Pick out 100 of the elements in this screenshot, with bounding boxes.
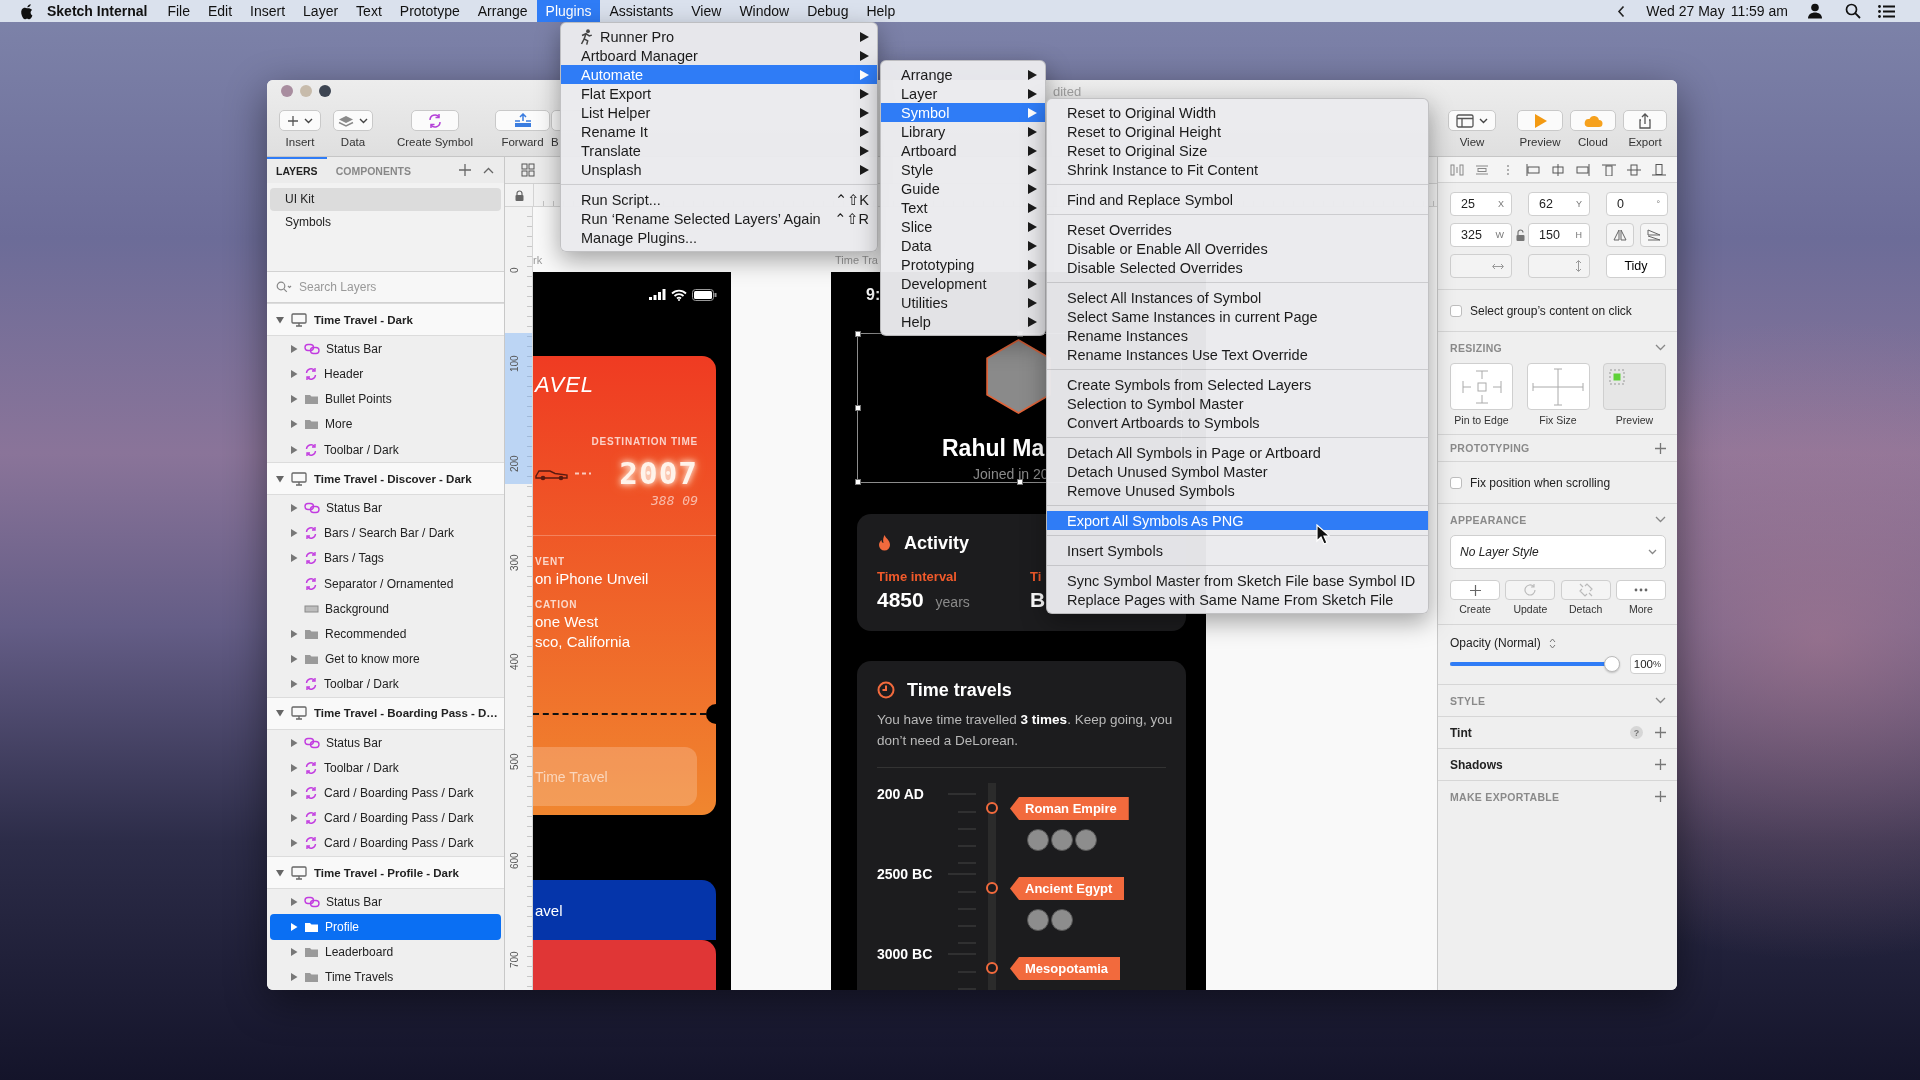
disclosure-triangle-icon[interactable]: [290, 680, 298, 689]
menu-item[interactable]: Guide: [881, 179, 1045, 198]
menu-bar-item[interactable]: Debug: [798, 0, 858, 22]
menu-item[interactable]: Select All Instances of Symbol: [1047, 288, 1428, 307]
menu-item[interactable]: Convert Artboards to Symbols: [1047, 413, 1428, 432]
menu-item[interactable]: Detach All Symbols in Page or Artboard: [1047, 443, 1428, 462]
layer-row[interactable]: Status Bar: [270, 889, 501, 915]
disclosure-triangle-icon[interactable]: [290, 503, 298, 512]
add-icon[interactable]: [1655, 759, 1666, 770]
layer-row[interactable]: Status Bar: [270, 730, 501, 756]
menu-item[interactable]: Development: [881, 274, 1045, 293]
menu-bar-item[interactable]: Insert: [241, 0, 295, 22]
layer-row[interactable]: Separator / Ornamented: [270, 570, 501, 597]
insert-button[interactable]: Insert: [275, 110, 325, 148]
disclosure-triangle-icon[interactable]: [290, 973, 298, 982]
menu-item[interactable]: Arrange: [881, 65, 1045, 84]
opacity-field[interactable]: 100%: [1630, 654, 1666, 674]
close-button[interactable]: [281, 85, 293, 97]
menu-item[interactable]: Reset to Original Height: [1047, 122, 1428, 141]
zoom-button[interactable]: [319, 85, 331, 97]
menu-item[interactable]: Replace Pages with Same Name From Sketch File: [1047, 590, 1428, 609]
add-icon[interactable]: [1655, 727, 1666, 738]
menu-item[interactable]: Unsplash: [561, 160, 877, 179]
search-box[interactable]: Search Layers: [267, 272, 504, 303]
layer-row[interactable]: Toolbar / Dark: [270, 436, 501, 463]
menu-item[interactable]: Detach Unused Symbol Master: [1047, 462, 1428, 481]
disclosure-triangle-icon[interactable]: [290, 897, 298, 906]
grid-icon[interactable]: [521, 163, 535, 177]
menu-item[interactable]: Help: [881, 312, 1045, 331]
menu-item[interactable]: Style: [881, 160, 1045, 179]
layer-row[interactable]: Bullet Points: [270, 386, 501, 412]
disclosure-triangle-icon[interactable]: [290, 655, 298, 664]
menu-item[interactable]: Shrink Instance to Fit Content: [1047, 160, 1428, 179]
alignment-icon[interactable]: [1475, 163, 1490, 176]
disclosure-triangle-icon[interactable]: [290, 738, 298, 747]
number-field[interactable]: 0 °: [1606, 192, 1668, 216]
menu-item[interactable]: Rename Instances: [1047, 326, 1428, 345]
menu-item[interactable]: Reset to Original Size: [1047, 141, 1428, 160]
menu-item[interactable]: Export All Symbols As PNG: [1047, 511, 1428, 530]
flip-horizontal-button[interactable]: [1606, 223, 1634, 247]
disclosure-triangle-icon[interactable]: [290, 789, 298, 798]
create-symbol-button[interactable]: Create Symbol: [390, 110, 480, 148]
menu-item[interactable]: Translate: [561, 141, 877, 160]
layer-row[interactable]: Get to know more: [270, 646, 501, 672]
chevron-up-icon[interactable]: [483, 166, 494, 174]
menu-bar-item[interactable]: File: [158, 0, 199, 22]
search-icon[interactable]: [1845, 3, 1861, 19]
number-field[interactable]: 25 X: [1450, 192, 1512, 216]
layer-row[interactable]: Background: [270, 596, 501, 622]
alignment-icon[interactable]: [1652, 163, 1666, 176]
number-field[interactable]: 325 W: [1450, 223, 1512, 247]
disclosure-triangle-icon[interactable]: [276, 474, 284, 483]
menu-item[interactable]: Manage Plugins...: [561, 228, 877, 247]
menu-item[interactable]: Run Script... ⌃⇧K: [561, 190, 877, 209]
chevron-down-icon[interactable]: [1655, 697, 1666, 704]
layer-row[interactable]: Status Bar: [270, 495, 501, 521]
chevron-left-icon[interactable]: [1617, 4, 1626, 18]
number-field[interactable]: 150 H: [1528, 223, 1590, 247]
menu-bar-item[interactable]: Layer: [294, 0, 348, 22]
disclosure-triangle-icon[interactable]: [276, 315, 284, 324]
layer-row[interactable]: Leaderboard: [270, 939, 501, 965]
tidy-button[interactable]: Tidy: [1606, 254, 1666, 278]
layer-row[interactable]: Bars / Search Bar / Dark: [270, 520, 501, 546]
menu-item[interactable]: Text: [881, 198, 1045, 217]
disclosure-triangle-icon[interactable]: [290, 445, 298, 454]
disclosure-triangle-icon[interactable]: [290, 369, 298, 378]
artboard-row[interactable]: Time Travel - Profile - Dark: [267, 856, 504, 890]
disclosure-triangle-icon[interactable]: [290, 923, 298, 931]
menu-bar-item[interactable]: Help: [857, 0, 905, 22]
alignment-icon[interactable]: [1576, 163, 1591, 176]
disclosure-triangle-icon[interactable]: [276, 709, 284, 718]
disclosure-triangle-icon[interactable]: [290, 763, 298, 772]
alignment-icon[interactable]: [1601, 163, 1616, 176]
layer-row[interactable]: Card / Boarding Pass / Dark: [270, 780, 501, 806]
menu-bar-item[interactable]: Window: [730, 0, 799, 22]
app-name[interactable]: Sketch Internal: [47, 3, 148, 19]
menu-item[interactable]: Disable or Enable All Overrides: [1047, 239, 1428, 258]
layer-style-dropdown[interactable]: No Layer Style: [1450, 535, 1666, 569]
menu-item[interactable]: Sync Symbol Master from Sketch File base Symbol ID: [1047, 571, 1428, 590]
layer-row[interactable]: More: [270, 411, 501, 437]
disclosure-triangle-icon[interactable]: [290, 948, 298, 957]
disclosure-triangle-icon[interactable]: [290, 839, 298, 848]
menu-item[interactable]: Reset Overrides: [1047, 220, 1428, 239]
resize-handle[interactable]: [1016, 479, 1023, 485]
disclosure-triangle-icon[interactable]: [290, 554, 298, 563]
menu-item[interactable]: Rename It: [561, 122, 877, 141]
data-button[interactable]: Data: [328, 110, 378, 148]
stepper-icon[interactable]: [1548, 637, 1556, 649]
layer-row[interactable]: Header: [270, 361, 501, 387]
disclosure-triangle-icon[interactable]: [290, 344, 298, 353]
checkbox[interactable]: [1450, 304, 1462, 317]
menu-item[interactable]: Artboard: [881, 141, 1045, 160]
layer-row[interactable]: Card / Boarding Pass / Dark: [270, 805, 501, 831]
menu-item[interactable]: Insert Symbols: [1047, 541, 1428, 560]
resize-handle[interactable]: [855, 331, 861, 337]
menu-bar-item[interactable]: Prototype: [390, 0, 469, 22]
menu-item[interactable]: Run ‘Rename Selected Layers’ Again ⌃⇧R: [561, 209, 877, 228]
menu-item[interactable]: Remove Unused Symbols: [1047, 481, 1428, 500]
layer-row[interactable]: Toolbar / Dark: [270, 755, 501, 781]
user-icon[interactable]: [1807, 3, 1823, 19]
